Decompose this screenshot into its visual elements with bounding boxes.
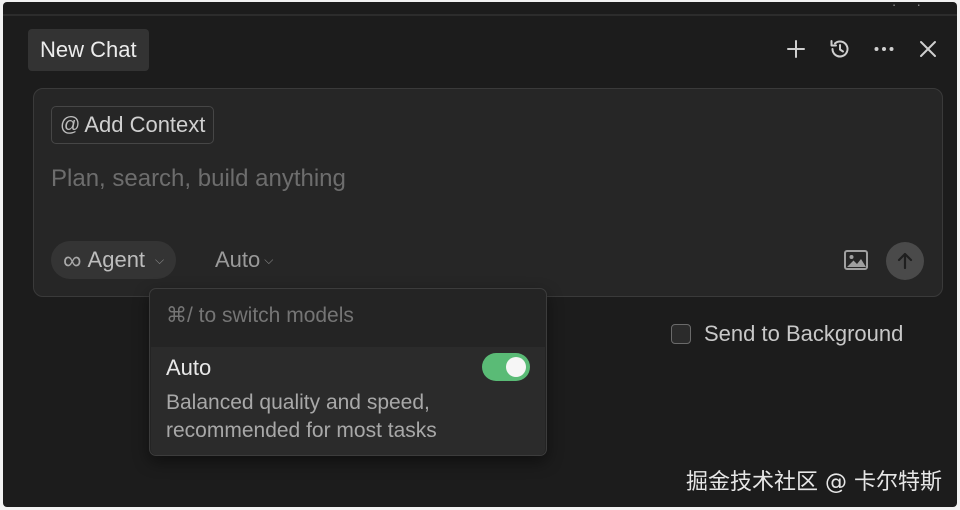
ellipsis-icon[interactable] (871, 36, 897, 62)
model-option-name: Auto (166, 355, 212, 380)
infinity-icon: ∞ (63, 245, 82, 275)
watermark: 掘金技术社区 @ 卡尔特斯 (686, 470, 942, 495)
plus-icon[interactable] (783, 36, 809, 62)
image-icon[interactable] (843, 249, 869, 271)
toggle-knob (506, 357, 526, 377)
model-label: Auto (215, 247, 261, 272)
send-to-background-option[interactable]: Send to Background (671, 321, 903, 347)
chevron-down-icon: ⌵ (264, 252, 274, 267)
top-divider (3, 14, 957, 16)
prompt-input[interactable] (51, 161, 911, 197)
send-button[interactable] (886, 242, 924, 280)
add-context-button[interactable]: @ Add Context (51, 106, 215, 144)
tab-new-chat[interactable]: New Chat (28, 29, 149, 71)
model-dropdown: ⌘/ to switch models Auto Balanced qualit… (149, 288, 547, 456)
close-icon[interactable] (915, 36, 941, 62)
composer: @ Add Context ∞ Agent ⌵ Auto ⌵ (33, 88, 943, 297)
auto-toggle-switch[interactable] (482, 353, 530, 381)
model-selector[interactable]: Auto ⌵ (215, 241, 273, 279)
switch-models-hint: ⌘/ to switch models (166, 304, 354, 327)
at-icon: @ (60, 113, 81, 136)
chat-panel: · · New Chat @ Add Context ∞ (3, 2, 957, 507)
arrow-up-icon (897, 252, 913, 270)
model-option-description: Balanced quality and speed, recommended … (166, 391, 437, 442)
send-to-background-label: Send to Background (704, 321, 904, 346)
model-option-auto[interactable]: Auto Balanced quality and speed, recomme… (151, 347, 545, 455)
header-actions (783, 36, 941, 62)
mode-label: Agent (87, 247, 146, 272)
history-icon[interactable] (827, 36, 853, 62)
send-to-background-checkbox[interactable] (671, 324, 691, 344)
chevron-down-icon: ⌵ (155, 252, 165, 267)
top-edge-glyphs: · · (891, 2, 929, 12)
mode-selector[interactable]: ∞ Agent ⌵ (51, 241, 177, 279)
add-context-label: Add Context (84, 112, 206, 137)
